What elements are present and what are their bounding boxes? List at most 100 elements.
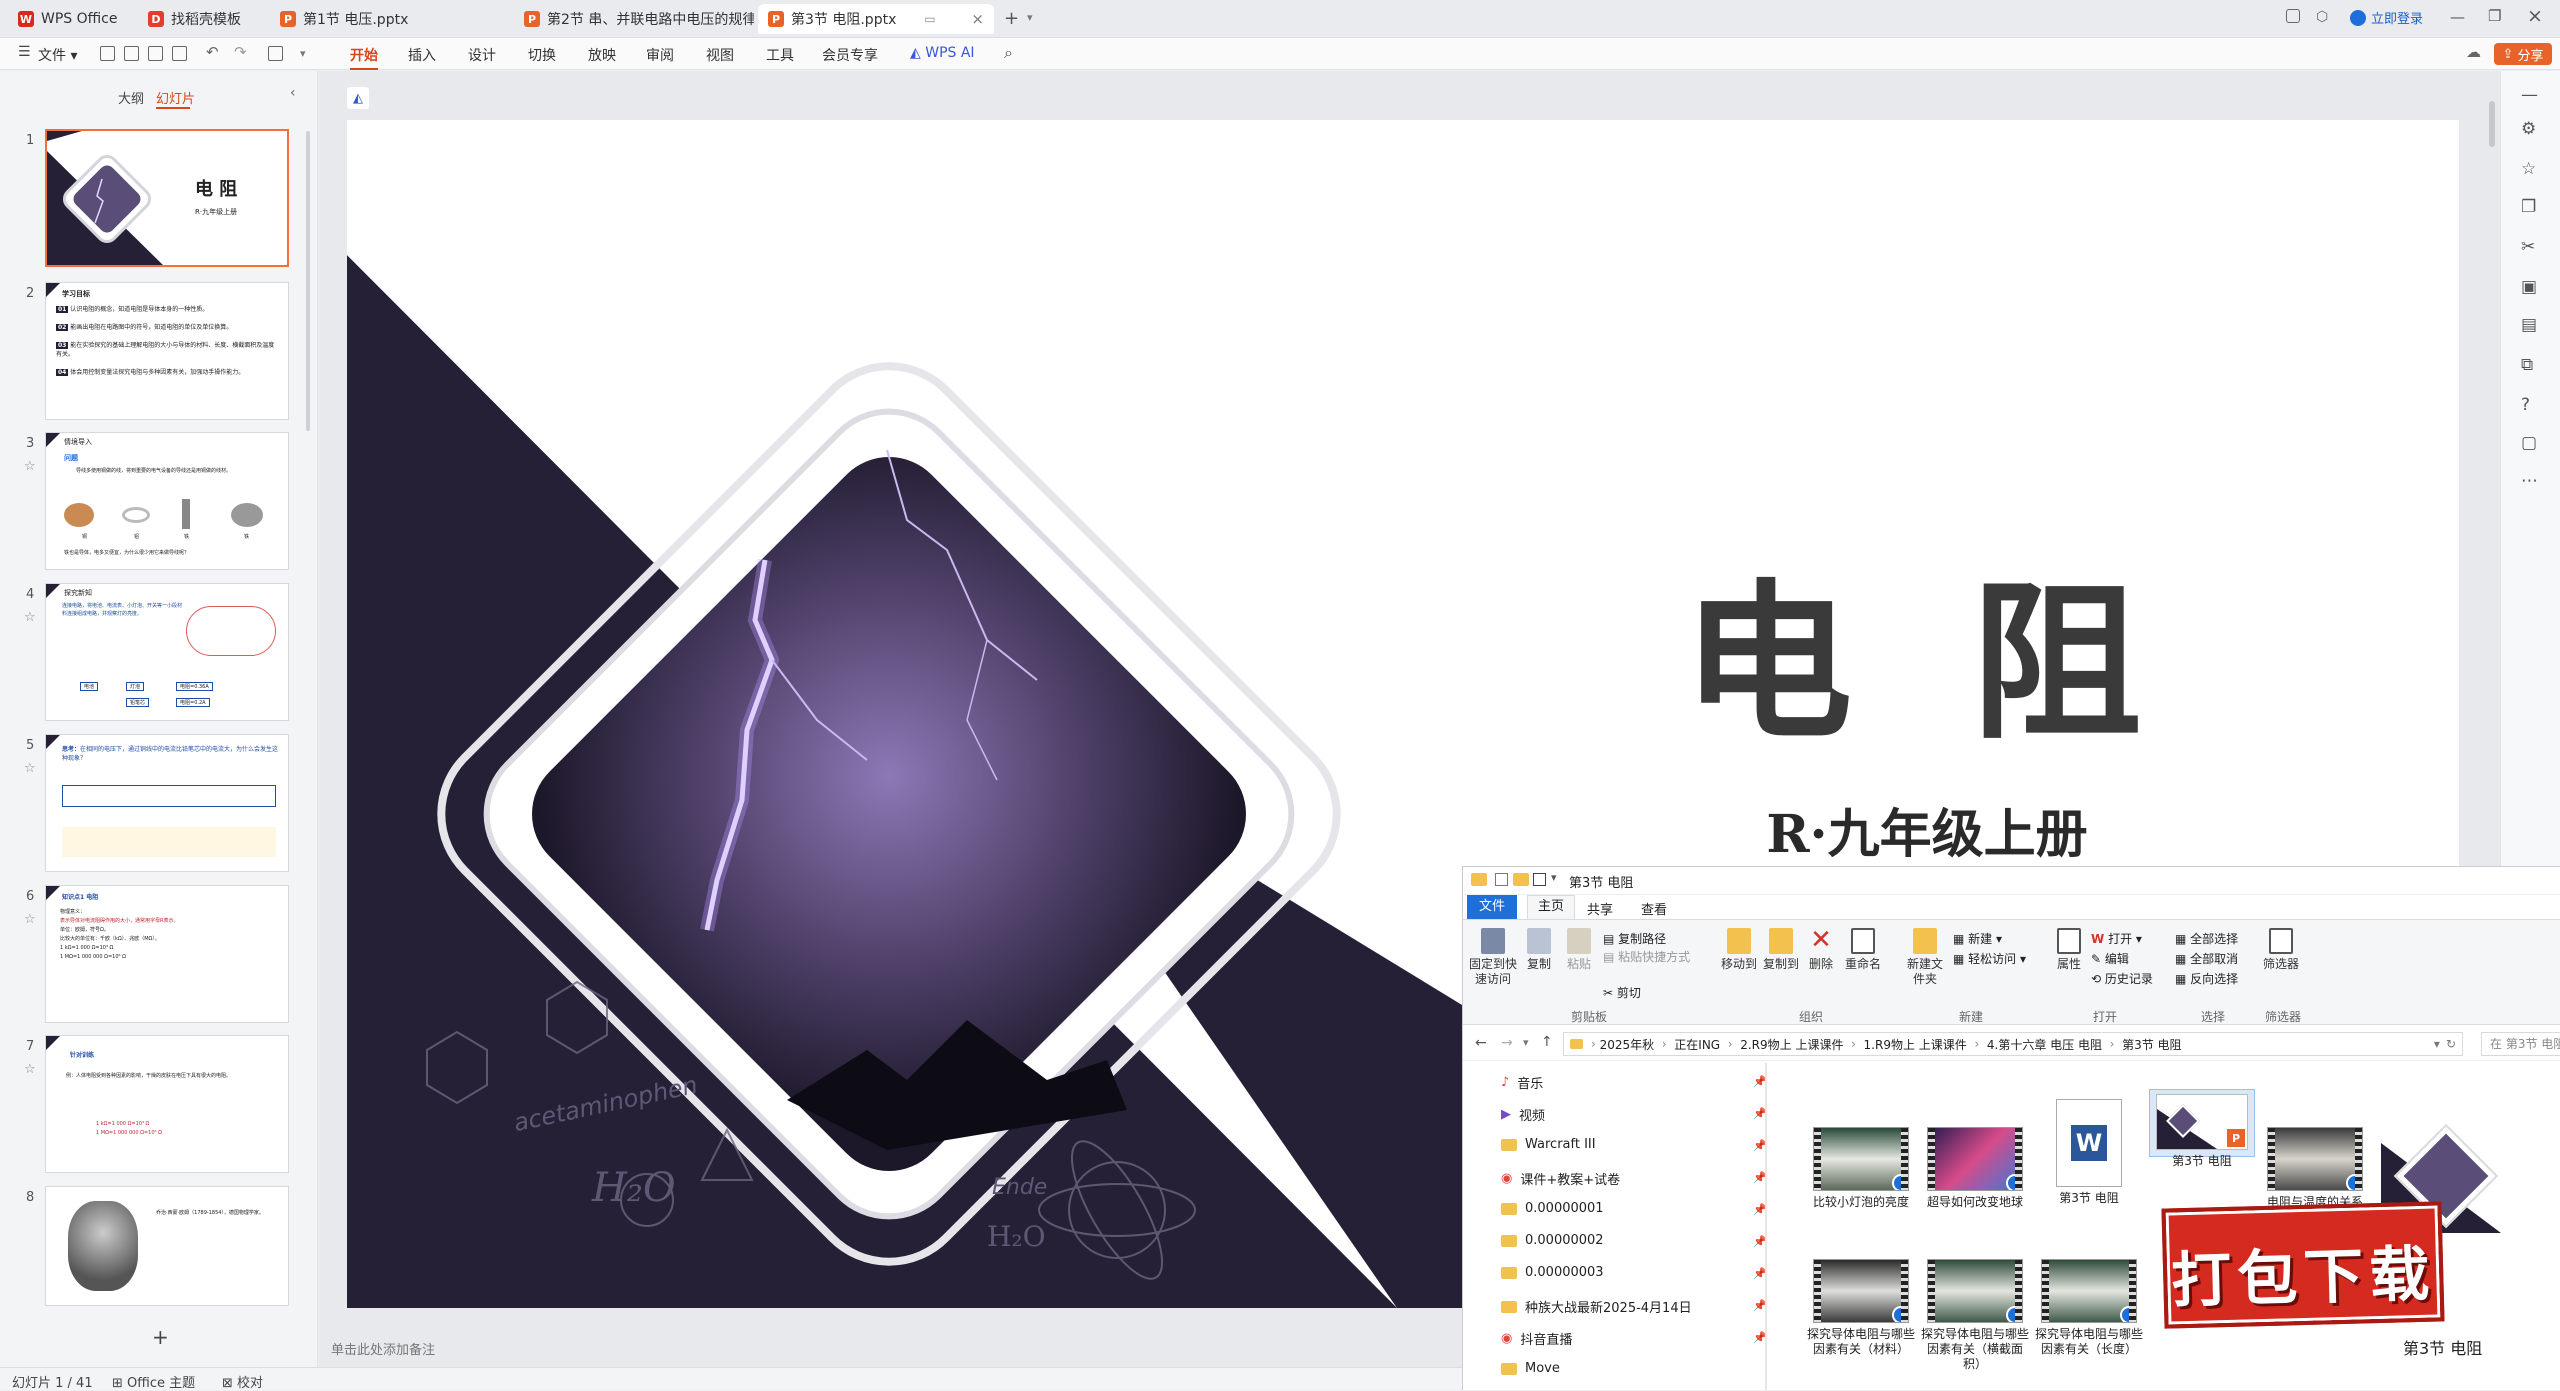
new-item-button[interactable]: ▦ 新建 ▾ bbox=[1953, 930, 2002, 947]
file-item[interactable]: 超导如何改变地球 bbox=[1921, 1127, 2029, 1210]
tab-docer[interactable]: D 找稻壳模板 bbox=[138, 4, 266, 34]
file-item[interactable]: 探究导体电阻与哪些因素有关（长度） bbox=[2035, 1259, 2143, 1357]
search-box[interactable]: 在 第3节 电阻 中搜索 bbox=[2481, 1032, 2560, 1056]
properties-icon[interactable] bbox=[1533, 873, 1546, 886]
slide-thumbnail-2[interactable]: 学习目标 01 认识电阻的概念，知道电阻是导体本身的一种性质。 02 能画出电阻… bbox=[45, 282, 289, 420]
file-item[interactable]: 比较小灯泡的亮度 bbox=[1807, 1127, 1915, 1210]
star-icon[interactable]: ☆ bbox=[24, 761, 36, 776]
format-painter-icon[interactable] bbox=[268, 46, 283, 61]
star-icon[interactable]: ☆ bbox=[24, 610, 36, 625]
print-icon[interactable] bbox=[148, 46, 163, 61]
ribbon-tab-file[interactable]: 文件 bbox=[1467, 895, 1517, 919]
invert-selection-button[interactable]: ▦ 反向选择 bbox=[2175, 970, 2238, 987]
menu-wps-ai[interactable]: ◭ WPS AI bbox=[910, 45, 975, 61]
layers-icon[interactable]: ▤ bbox=[2521, 315, 2537, 335]
image-icon[interactable]: ▣ bbox=[2521, 277, 2537, 297]
star-icon[interactable]: ☆ bbox=[24, 1062, 36, 1077]
select-all-button[interactable]: ▦ 全部选择 bbox=[2175, 930, 2238, 947]
menu-transition[interactable]: 切换 bbox=[528, 45, 556, 65]
nav-item-music[interactable]: ♪ 音乐 bbox=[1501, 1073, 1543, 1092]
more-icon[interactable]: ⋯ bbox=[2521, 471, 2538, 491]
star-icon[interactable]: ☆ bbox=[24, 459, 36, 474]
nav-item-folder-2[interactable]: 0.00000002 bbox=[1501, 1233, 1604, 1248]
close-window-icon[interactable]: × bbox=[2527, 5, 2543, 27]
search-icon[interactable]: ⌕ bbox=[1004, 43, 1013, 63]
notes-placeholder[interactable]: 单击此处添加备注 bbox=[331, 1339, 435, 1358]
ribbon-tab-share[interactable]: 共享 bbox=[1587, 899, 1613, 918]
menu-insert[interactable]: 插入 bbox=[408, 45, 436, 65]
star-icon[interactable]: ☆ bbox=[2521, 159, 2536, 179]
tab-ppt-1[interactable]: P 第1节 电压.pptx bbox=[270, 4, 510, 34]
ai-assistant-icon[interactable]: ◭ bbox=[347, 87, 369, 109]
menu-file[interactable]: 文件 ▾ bbox=[38, 45, 77, 65]
copy-to-button[interactable]: 复制到 bbox=[1761, 928, 1801, 972]
new-doc-icon[interactable] bbox=[100, 46, 115, 61]
login-button[interactable]: 立即登录 bbox=[2350, 8, 2423, 27]
slide-thumbnail-8[interactable]: 乔治·西蒙·欧姆（1789-1854），德国物理学家。 bbox=[45, 1186, 289, 1306]
nav-item-race-war[interactable]: 种族大战最新2025-4月14日 bbox=[1501, 1297, 1692, 1316]
nav-item-warcraft[interactable]: Warcraft III bbox=[1501, 1137, 1596, 1152]
redo-icon[interactable]: ↷ bbox=[234, 43, 247, 61]
nav-item-move[interactable]: Move bbox=[1501, 1361, 1560, 1376]
cloud-icon[interactable]: ☁ bbox=[2466, 43, 2481, 61]
tab-ppt-2[interactable]: P 第2节 串、并联电路中电压的规律.pptx bbox=[514, 4, 754, 34]
forward-icon[interactable]: → bbox=[1501, 1035, 1513, 1051]
easy-access-button[interactable]: ▦ 轻松访问 ▾ bbox=[1953, 950, 2026, 967]
open-button[interactable]: W 打开 ▾ bbox=[2091, 930, 2142, 947]
hamburger-icon[interactable]: ☰ bbox=[18, 44, 31, 60]
checkbox-icon[interactable] bbox=[1495, 873, 1508, 886]
address-bar[interactable]: › 2025年秋 › 正在ING › 2.R9物上 上课课件 › 1.R9物上 … bbox=[1563, 1032, 2463, 1056]
file-item[interactable]: W 第3节 电阻 bbox=[2035, 1099, 2143, 1206]
menu-design[interactable]: 设计 bbox=[468, 45, 496, 65]
share-button[interactable]: ⇪ 分享 bbox=[2494, 43, 2552, 65]
tools-icon[interactable]: ✂ bbox=[2521, 237, 2535, 257]
slide-thumbnail-3[interactable]: 情境导入 问题 导线多使用铜做的线，将到重要的电气设备的导线还是用铜做的线材。 … bbox=[45, 432, 289, 570]
file-item-selected[interactable]: P 第3节 电阻 bbox=[2149, 1089, 2255, 1168]
proofread-button[interactable]: ⊠ 校对 bbox=[222, 1372, 263, 1391]
delete-button[interactable]: ✕ 删除 bbox=[1803, 927, 1839, 972]
properties-button[interactable]: 属性 bbox=[2051, 928, 2087, 972]
star-icon[interactable]: ☆ bbox=[24, 912, 36, 927]
file-item[interactable]: 电阻与温度的关系 bbox=[2261, 1127, 2369, 1210]
slide-thumbnail-1[interactable]: 电 阻 R·九年级上册 bbox=[45, 129, 289, 267]
undo-icon[interactable]: ↶ bbox=[206, 43, 219, 61]
tab-ppt-3[interactable]: P 第3节 电阻.pptx ▭ × bbox=[758, 4, 994, 34]
close-tab-icon[interactable]: × bbox=[963, 10, 984, 28]
chevron-down-icon[interactable]: ▾ bbox=[1027, 11, 1033, 24]
up-icon[interactable]: ↑ bbox=[1541, 1034, 1553, 1050]
select-none-button[interactable]: ▦ 全部取消 bbox=[2175, 950, 2238, 967]
minimize-pane-icon[interactable]: — bbox=[2521, 85, 2538, 105]
screen-icon[interactable]: ▭ bbox=[924, 12, 935, 26]
slide-thumbnail-7[interactable]: 针对训练 例：人体电阻受到各种因素的影响，干燥的皮肤在电压下具有很大的电阻。 1… bbox=[45, 1035, 289, 1173]
nav-item-folder-3[interactable]: 0.00000003 bbox=[1501, 1265, 1604, 1280]
recent-chevron-icon[interactable]: ▾ bbox=[1523, 1036, 1529, 1049]
collapse-pane-icon[interactable]: ‹ bbox=[290, 85, 296, 101]
paste-shortcut-button[interactable]: ▤ 粘贴快捷方式 bbox=[1603, 948, 1690, 965]
pane-divider[interactable] bbox=[1765, 1063, 1767, 1390]
cube-icon[interactable]: ⬡ bbox=[2316, 9, 2328, 25]
back-icon[interactable]: ← bbox=[1475, 1035, 1487, 1051]
nav-item-videos[interactable]: ▶ 视频 bbox=[1501, 1105, 1545, 1124]
qat-dropdown-icon[interactable]: ▾ bbox=[1551, 871, 1557, 884]
more-chevron-icon[interactable]: ▾ bbox=[300, 47, 306, 60]
window-layout-icon[interactable] bbox=[2286, 9, 2300, 23]
tab-slides[interactable]: 幻灯片 bbox=[156, 88, 195, 107]
nav-item-douyin[interactable]: ◉ 抖音直播 bbox=[1501, 1329, 1572, 1348]
slide-thumbnail-5[interactable]: 思考：在相同的电压下，通过铜线中的电流比铅笔芯中的电流大，为什么会发生这种现象？ bbox=[45, 734, 289, 872]
ribbon-tab-view[interactable]: 查看 bbox=[1641, 899, 1667, 918]
backup-icon[interactable]: ⧉ bbox=[2521, 355, 2533, 375]
history-button[interactable]: ⟲ 历史记录 bbox=[2091, 970, 2153, 987]
cut-button[interactable]: ✂ 剪切 bbox=[1603, 984, 1641, 1001]
tab-wps-office[interactable]: W WPS Office bbox=[8, 4, 136, 34]
nav-item-courseware[interactable]: ◉ 课件+教案+试卷 bbox=[1501, 1169, 1620, 1188]
menu-slideshow[interactable]: 放映 bbox=[588, 45, 616, 65]
file-item[interactable]: 探究导体电阻与哪些因素有关（材料） bbox=[1807, 1259, 1915, 1357]
theme-label[interactable]: ⊞ Office 主题 bbox=[112, 1372, 195, 1391]
thumbnail-scrollbar[interactable] bbox=[306, 131, 310, 431]
rename-button[interactable]: 重命名 bbox=[1843, 928, 1883, 972]
menu-tools[interactable]: 工具 bbox=[766, 45, 794, 65]
menu-home[interactable]: 开始 bbox=[350, 45, 378, 70]
pin-quick-access-button[interactable]: 固定到快速访问 bbox=[1467, 928, 1519, 987]
add-slide-button[interactable]: + bbox=[152, 1325, 169, 1349]
restore-icon[interactable]: ❐ bbox=[2488, 7, 2501, 25]
